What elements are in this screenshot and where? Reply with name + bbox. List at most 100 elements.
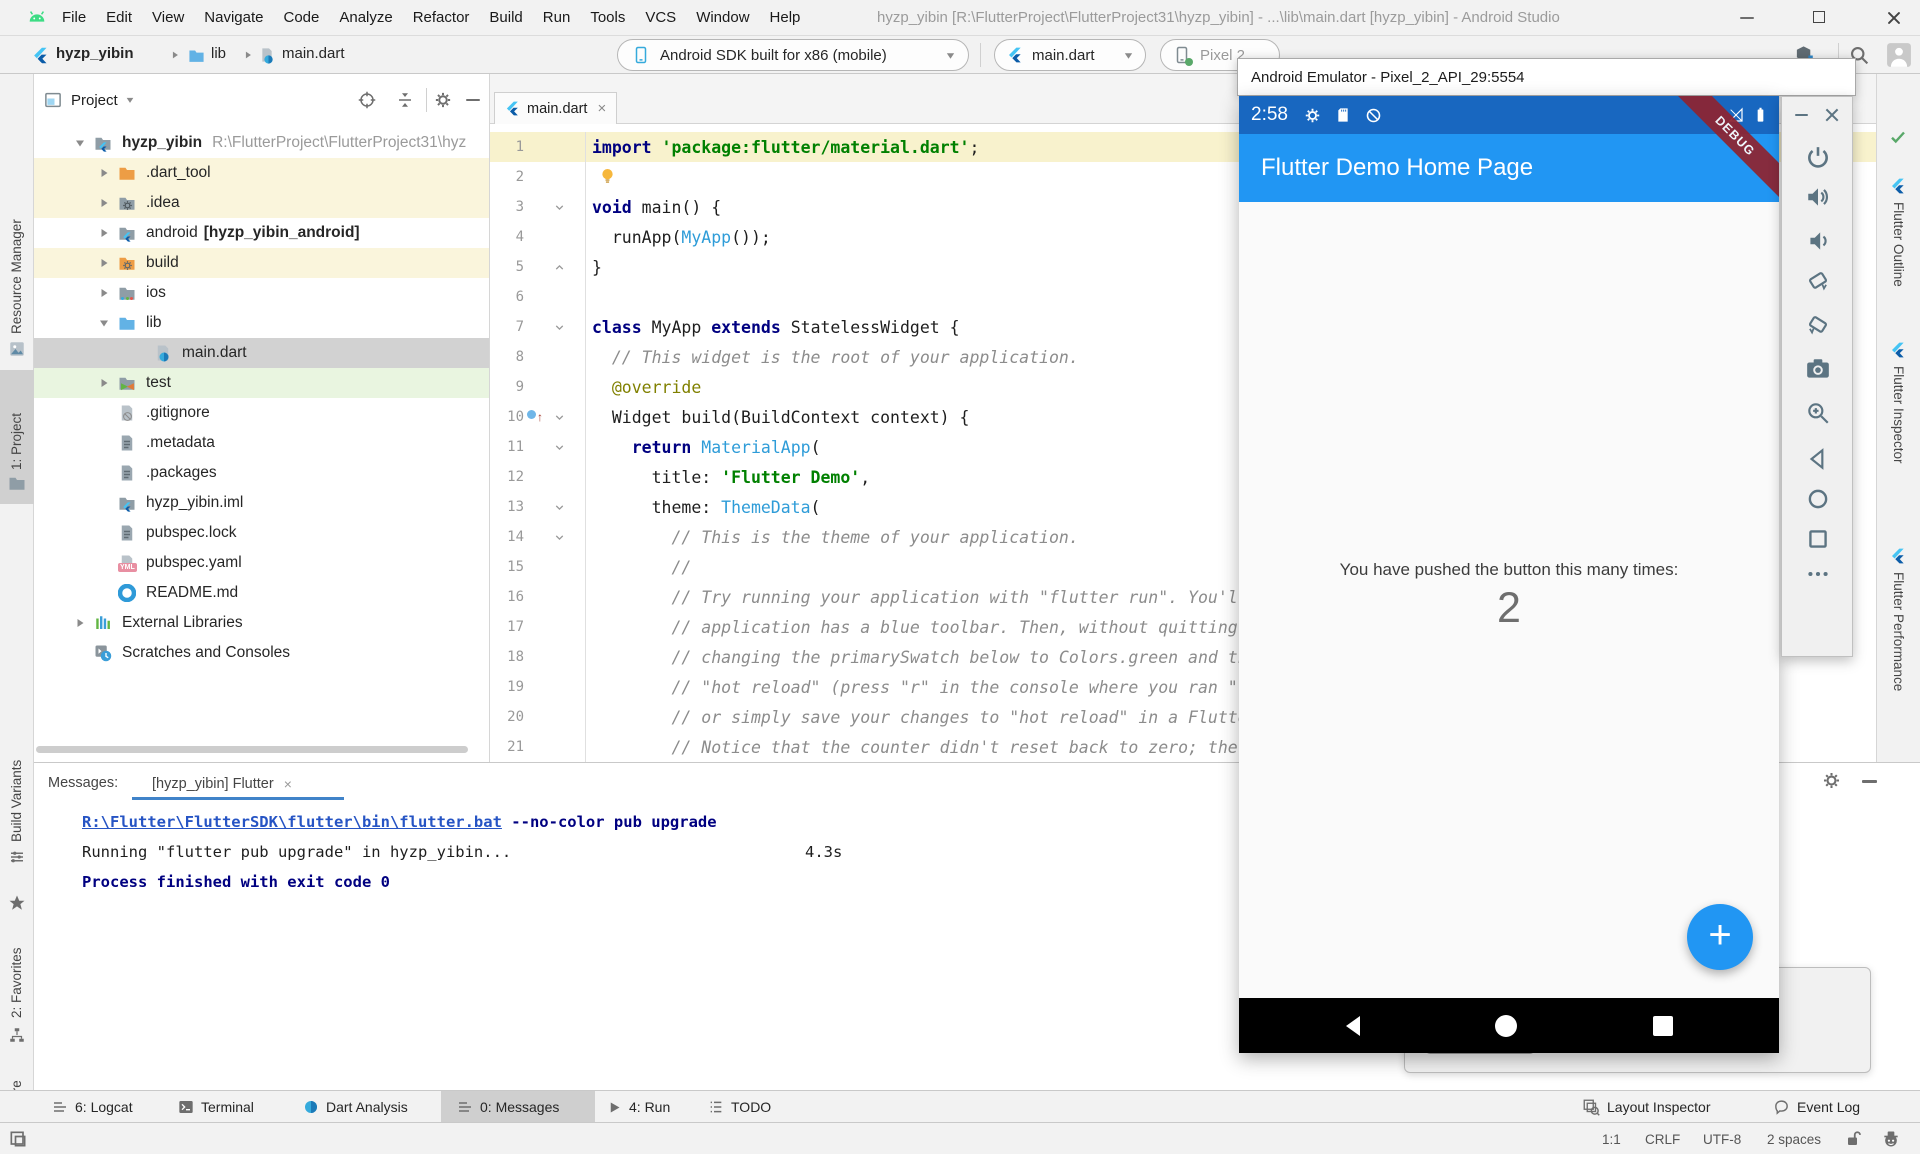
- fold-marker-icon[interactable]: [553, 411, 566, 424]
- tree-row-scratches[interactable]: Scratches and Consoles: [34, 638, 490, 668]
- locate-file-icon[interactable]: [358, 91, 376, 109]
- minimize-icon[interactable]: [1795, 114, 1808, 116]
- fold-marker-icon[interactable]: [553, 201, 566, 214]
- console-line[interactable]: R:\Flutter\FlutterSDK\flutter\bin\flutte…: [82, 807, 717, 837]
- hide-panel-icon[interactable]: [466, 99, 480, 101]
- tree-row-metadata[interactable]: .metadata: [34, 428, 490, 458]
- inspection-ok-check-icon[interactable]: [1889, 128, 1907, 146]
- run-config-dropdown[interactable]: main.dart: [994, 39, 1146, 71]
- tool-tab-flutter-performance[interactable]: Flutter Performance: [1891, 572, 1906, 691]
- tree-row-gitignore[interactable]: .gitignore: [34, 398, 490, 428]
- nav-overview-icon[interactable]: [1650, 1013, 1676, 1039]
- tab-close-icon[interactable]: ×: [597, 100, 606, 117]
- tree-row-test[interactable]: ▶◀ test: [34, 368, 490, 398]
- messages-tab-flutter[interactable]: [hyzp_yibin] Flutter ×: [152, 769, 292, 799]
- menu-item-view[interactable]: View: [142, 0, 194, 36]
- overview-icon[interactable]: [1805, 526, 1831, 552]
- screenshot-icon[interactable]: [1805, 356, 1831, 382]
- window-minimize-icon[interactable]: [1740, 17, 1754, 19]
- increment-fab-button[interactable]: +: [1687, 904, 1753, 970]
- fold-marker-icon[interactable]: [553, 441, 566, 454]
- tool-tab-build-variants[interactable]: Build Variants: [9, 722, 24, 842]
- tool-button-dart-analysis[interactable]: Dart Analysis: [303, 1091, 408, 1123]
- rotate-left-icon[interactable]: [1805, 268, 1831, 294]
- structure-icon[interactable]: [8, 1026, 26, 1044]
- menu-item-window[interactable]: Window: [686, 0, 759, 36]
- device-selector-dropdown[interactable]: Android SDK built for x86 (mobile): [617, 39, 969, 71]
- horizontal-scrollbar[interactable]: [36, 746, 468, 753]
- tool-button-todo[interactable]: TODO: [708, 1091, 771, 1123]
- home-icon[interactable]: [1805, 486, 1831, 512]
- tool-button-terminal[interactable]: Terminal: [178, 1091, 254, 1123]
- collapse-all-icon[interactable]: [396, 91, 414, 109]
- tree-row-readme[interactable]: README.md: [34, 578, 490, 608]
- tool-button-logcat[interactable]: 6: Logcat: [52, 1091, 133, 1123]
- editor-tab-main-dart[interactable]: main.dart ×: [494, 92, 617, 124]
- emulator-screen[interactable]: 2:58 Flutter Demo Home Page You have pus…: [1239, 96, 1779, 1053]
- zoom-icon[interactable]: [1805, 400, 1831, 426]
- tool-tab-flutter-inspector[interactable]: Flutter Inspector: [1891, 366, 1906, 464]
- build-variants-icon[interactable]: [8, 848, 26, 866]
- menu-item-file[interactable]: File: [52, 0, 96, 36]
- menu-item-help[interactable]: Help: [760, 0, 811, 36]
- tool-button-run[interactable]: 4: Run: [607, 1091, 670, 1123]
- tab-close-icon[interactable]: ×: [284, 776, 292, 792]
- favorites-star-icon[interactable]: [8, 894, 26, 912]
- menu-item-build[interactable]: Build: [479, 0, 532, 36]
- nav-home-icon[interactable]: [1493, 1013, 1519, 1039]
- tool-tab-favorites[interactable]: 2: Favorites: [9, 918, 24, 1018]
- settings-gear-icon[interactable]: [1822, 771, 1841, 790]
- project-folder-icon[interactable]: [8, 474, 26, 492]
- caret-position[interactable]: 1:1: [1602, 1123, 1621, 1154]
- breadcrumb-project[interactable]: hyzp_yibin: [56, 45, 134, 62]
- breadcrumb-file[interactable]: main.dart: [282, 45, 345, 62]
- more-icon[interactable]: [1805, 561, 1831, 587]
- tree-row-external-libraries[interactable]: External Libraries: [34, 608, 490, 638]
- tool-button-layout-inspector[interactable]: Layout Inspector: [1582, 1091, 1711, 1123]
- menu-item-edit[interactable]: Edit: [96, 0, 142, 36]
- breadcrumb-lib[interactable]: lib: [211, 45, 226, 62]
- tool-tab-flutter-outline[interactable]: Flutter Outline: [1891, 202, 1906, 287]
- encoding-indicator[interactable]: UTF-8: [1703, 1123, 1741, 1154]
- menu-item-tools[interactable]: Tools: [580, 0, 635, 36]
- tool-window-switcher-icon[interactable]: [8, 1129, 28, 1149]
- menu-item-analyze[interactable]: Analyze: [329, 0, 402, 36]
- tool-button-messages[interactable]: 0: Messages: [457, 1091, 559, 1123]
- fold-marker-icon[interactable]: [553, 321, 566, 334]
- power-icon[interactable]: [1805, 145, 1831, 171]
- tool-tab-resource-manager[interactable]: Resource Manager: [9, 174, 24, 334]
- tool-button-event-log[interactable]: Event Log: [1773, 1091, 1860, 1123]
- window-close-icon[interactable]: [1886, 10, 1902, 26]
- close-icon[interactable]: [1824, 107, 1840, 123]
- emulator-title-bar[interactable]: Android Emulator - Pixel_2_API_29:5554: [1237, 58, 1856, 96]
- menu-item-navigate[interactable]: Navigate: [194, 0, 273, 36]
- readonly-lock-icon[interactable]: [1845, 1130, 1863, 1148]
- tree-row-pubspec-yaml[interactable]: YML pubspec.yaml: [34, 548, 490, 578]
- menu-item-vcs[interactable]: VCS: [635, 0, 686, 36]
- chevron-down-icon[interactable]: [125, 95, 135, 105]
- nav-back-icon[interactable]: [1341, 1013, 1367, 1039]
- menu-item-refactor[interactable]: Refactor: [403, 0, 480, 36]
- menu-item-run[interactable]: Run: [533, 0, 581, 36]
- window-maximize-icon[interactable]: [1813, 11, 1825, 23]
- line-ending-indicator[interactable]: CRLF: [1645, 1123, 1680, 1154]
- tree-row-pubspec-lock[interactable]: pubspec.lock: [34, 518, 490, 548]
- rotate-right-icon[interactable]: [1805, 312, 1831, 338]
- profile-avatar-icon[interactable]: [1886, 42, 1912, 68]
- indent-indicator[interactable]: 2 spaces: [1767, 1123, 1821, 1154]
- menu-item-code[interactable]: Code: [273, 0, 329, 36]
- tree-row-iml[interactable]: hyzp_yibin.iml: [34, 488, 490, 518]
- back-icon[interactable]: [1805, 446, 1831, 472]
- fold-marker-icon[interactable]: [553, 261, 566, 274]
- fold-marker-icon[interactable]: [553, 501, 566, 514]
- tool-tab-project[interactable]: 1: Project: [9, 380, 24, 470]
- volume-up-icon[interactable]: [1805, 184, 1831, 210]
- resource-manager-icon[interactable]: [8, 340, 26, 358]
- inspections-hector-icon[interactable]: [1881, 1129, 1901, 1149]
- override-marker-icon[interactable]: ↑: [524, 410, 546, 424]
- expander-right-icon[interactable]: [74, 548, 86, 698]
- intention-bulb-icon[interactable]: [598, 167, 617, 186]
- tree-row-packages[interactable]: .packages: [34, 458, 490, 488]
- hide-panel-icon[interactable]: [1862, 780, 1877, 783]
- fold-marker-icon[interactable]: [553, 531, 566, 544]
